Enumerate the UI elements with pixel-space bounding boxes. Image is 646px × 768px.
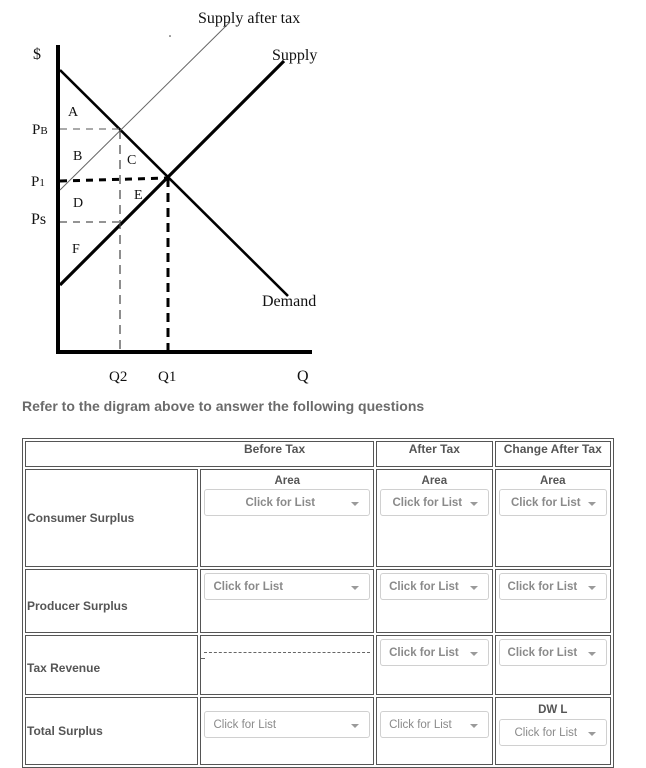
supply-label: Supply [272,47,317,64]
q1-label: Q1 [158,369,176,385]
stray-dot [169,35,171,37]
caret-down-icon [351,586,360,590]
cs-change-dropdown[interactable]: Click for List [498,489,607,516]
area-c-label: C [127,153,136,168]
area-e-label: E [134,188,143,203]
tr-change-cell: Click for List [494,635,611,695]
caret-down-icon [469,586,478,590]
area-f-label: F [72,242,80,257]
ps-change-cell: Click for List [494,569,611,633]
dropdown-value: Click for List [245,497,316,509]
table-row: Tax Revenue Click for List Click for Lis… [25,635,611,695]
area-a-label: A [68,105,79,120]
caret-down-icon [588,732,596,736]
caret-down-icon [588,586,596,590]
blank-answer-tick [201,658,206,659]
caret-down-icon [588,502,596,506]
tr-after-dropdown[interactable]: Click for List [380,639,489,666]
blank-answer-line [204,652,371,653]
supply-after-tax-label: Supply after tax [198,10,300,27]
table-header-row: Before Tax After Tax Change After Tax [25,441,611,467]
supply-after-tax-curve [59,21,231,191]
ps-label: Ps [31,211,46,228]
y-axis-label: $ [33,46,41,63]
ts-before-dropdown[interactable]: Click for List [204,711,371,738]
q2-label: Q2 [109,369,127,385]
table-row: Total Surplus Click for List Click for L… [25,697,611,765]
cs-after-cell: Area Click for List [376,469,493,567]
dropdown-value: Click for List [213,719,277,731]
ps-after-dropdown[interactable]: Click for List [380,573,489,600]
ts-before-cell: Click for List [200,697,375,765]
p1-dashed-line [59,176,169,183]
area-b-label: B [73,149,82,164]
area-sublabel: Area [421,475,448,487]
ps-after-cell: Click for List [376,569,493,633]
p1-label: P1 [31,174,45,190]
pb-label: PB [32,122,48,138]
demand-curve [59,69,289,297]
row-label-consumer-surplus: Consumer Surplus [25,469,199,567]
cs-change-cell: Area Click for List [494,469,611,567]
header-before-tax: Before Tax [25,441,375,467]
row-label-total-surplus: Total Surplus [25,697,199,765]
surplus-question-table: Before Tax After Tax Change After Tax Co… [22,438,614,768]
header-change-after-tax: Change After Tax [494,441,611,467]
header-after-tax: After Tax [376,441,493,467]
caret-down-icon [351,502,360,506]
area-sublabel: Area [539,475,566,487]
table-row: Consumer Surplus Area Click for List Are… [25,469,611,567]
demand-label: Demand [262,293,316,310]
x-axis-label: Q [297,368,309,385]
cs-before-dropdown[interactable]: Click for List [204,489,371,516]
cs-after-dropdown[interactable]: Click for List [380,489,489,516]
ts-change-cell: DW L Click for List [494,697,611,765]
row-label-tax-revenue: Tax Revenue [25,635,199,695]
caret-down-icon [469,724,478,728]
area-d-label: D [73,196,83,211]
supply-curve [58,59,286,287]
tr-after-cell: Click for List [376,635,493,695]
cs-before-cell: Area Click for List [200,469,375,567]
dwl-sublabel: DW L [538,704,568,716]
ts-after-dropdown[interactable]: Click for List [380,711,489,738]
tr-change-dropdown[interactable]: Click for List [498,639,607,666]
caret-down-icon [469,502,478,506]
caret-down-icon [588,652,596,656]
row-label-producer-surplus: Producer Surplus [25,569,199,633]
ts-after-cell: Click for List [376,697,493,765]
table-row: Producer Surplus Click for List Click fo… [25,569,611,633]
instruction-text: Refer to the digram above to answer the … [22,398,425,414]
ps-change-dropdown[interactable]: Click for List [498,573,607,600]
supply-demand-tax-diagram: $ Q Supply after tax Supply Demand PB P1… [31,10,317,385]
area-sublabel: Area [274,475,301,487]
caret-down-icon [469,652,478,656]
ps-before-cell: Click for List [200,569,375,633]
caret-down-icon [351,724,360,728]
dropdown-value: Click for List [213,581,284,593]
tr-before-cell [200,635,375,695]
ps-before-dropdown[interactable]: Click for List [204,573,371,600]
